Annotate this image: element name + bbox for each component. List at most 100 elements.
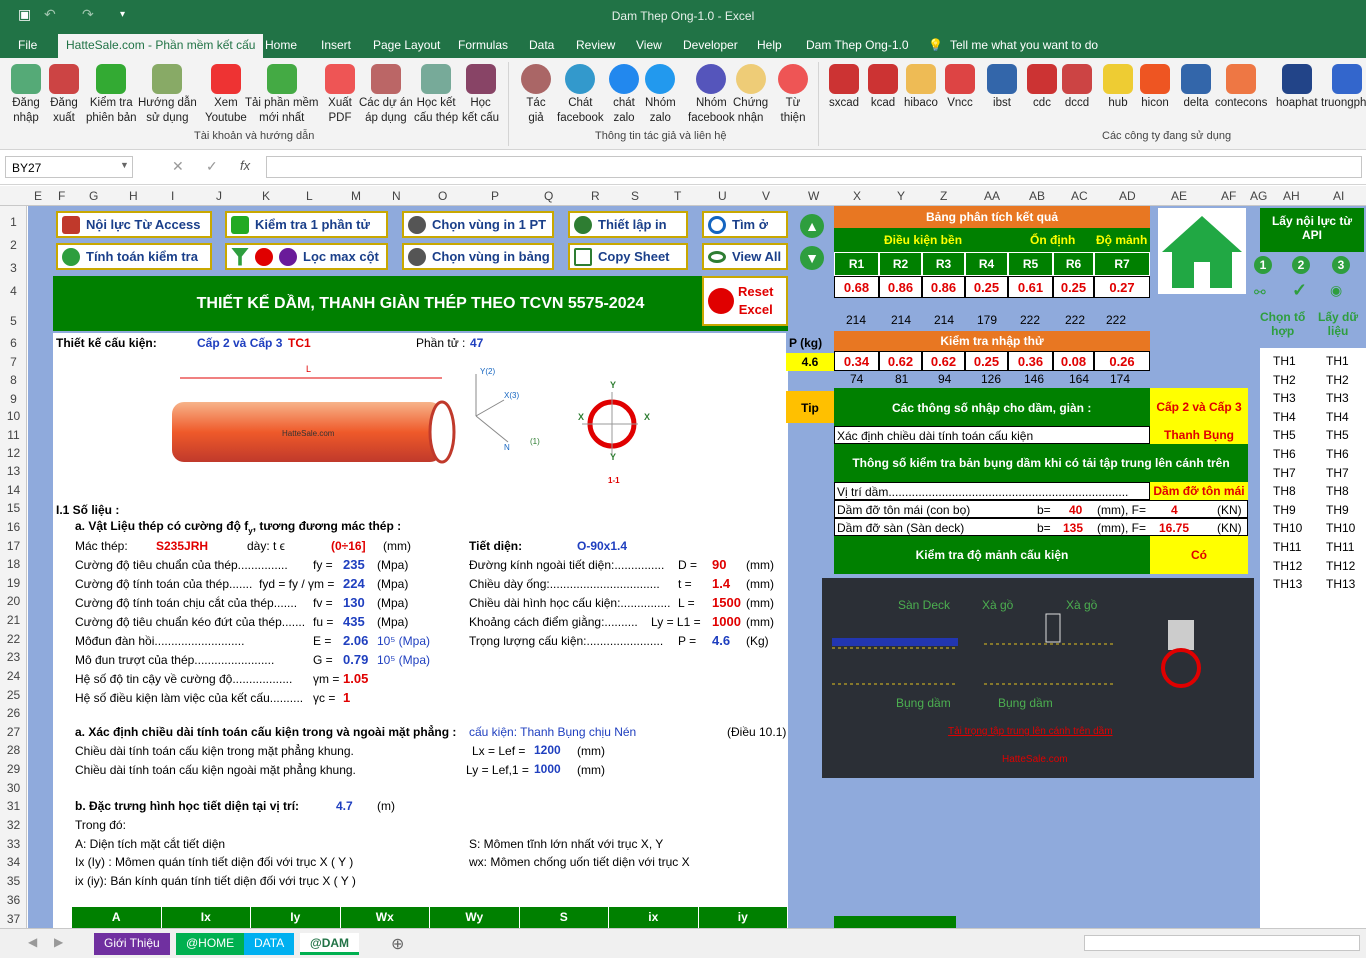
row-header-36[interactable]: 36 — [0, 893, 27, 907]
ribbon-btn-author-0[interactable]: Tác giả — [521, 64, 551, 126]
ribbon-btn-author-3[interactable]: Nhóm zalo — [645, 64, 676, 126]
sheet-tab-data[interactable]: DATA — [244, 933, 295, 955]
reset-excel-button[interactable]: Reset Excel — [702, 276, 788, 326]
combo-left-12[interactable]: TH12 — [1273, 559, 1302, 573]
row-header-11[interactable]: 11 — [0, 428, 27, 442]
row-header-31[interactable]: 31 — [0, 799, 27, 813]
company-Vncc[interactable]: Vncc — [945, 64, 975, 111]
element-value[interactable]: 47 — [470, 336, 483, 350]
company-hoaphat[interactable]: hoaphat — [1276, 64, 1318, 111]
prop-value[interactable]: 1 — [343, 690, 350, 705]
tab-file[interactable]: File — [18, 38, 37, 52]
ribbon-btn-8[interactable]: Học kết cấu thép — [414, 64, 458, 126]
api-button[interactable]: Lấy nội lực từ API — [1260, 208, 1364, 252]
ribbon-btn-6[interactable]: Xuất PDF — [325, 64, 355, 126]
company-kcad[interactable]: kcad — [868, 64, 898, 111]
col-header-AD[interactable]: AD — [1119, 189, 1136, 203]
len-value[interactable]: Thanh Bụng — [1150, 426, 1248, 444]
row-header-12[interactable]: 12 — [0, 446, 27, 460]
row-header-19[interactable]: 19 — [0, 576, 27, 590]
row-header-16[interactable]: 16 — [0, 520, 27, 534]
row-header-6[interactable]: 6 — [0, 336, 27, 350]
row-header-13[interactable]: 13 — [0, 464, 27, 478]
row-header-7[interactable]: 7 — [0, 355, 27, 369]
len1-value[interactable]: 1200 — [534, 743, 561, 757]
tab-formulas[interactable]: Formulas — [458, 38, 508, 52]
geo-value[interactable]: 1500 — [712, 595, 741, 610]
row-header-22[interactable]: 22 — [0, 632, 27, 646]
prev-sheet-icon[interactable]: ◀ — [28, 935, 37, 949]
col-header-G[interactable]: G — [89, 189, 98, 203]
row-header-26[interactable]: 26 — [0, 706, 27, 720]
p-value[interactable]: 4.6 — [786, 353, 834, 371]
combo-left-1[interactable]: TH1 — [1273, 354, 1296, 368]
row-header-20[interactable]: 20 — [0, 594, 27, 608]
calc-check-button[interactable]: Tính toán kiểm tra — [56, 243, 212, 270]
geo-value[interactable]: 90 — [712, 557, 726, 572]
combo-left-2[interactable]: TH2 — [1273, 373, 1296, 387]
eye-icon[interactable]: ◉ — [1330, 282, 1342, 299]
tab-developer[interactable]: Developer — [683, 38, 738, 52]
row-header-32[interactable]: 32 — [0, 818, 27, 832]
combo-right-4[interactable]: TH4 — [1326, 410, 1349, 424]
roof-f-value[interactable]: 4 — [1171, 503, 1178, 517]
col-header-AB[interactable]: AB — [1029, 189, 1045, 203]
col-header-E[interactable]: E — [34, 189, 42, 203]
col-header-Q[interactable]: Q — [544, 189, 553, 203]
combo-left-9[interactable]: TH9 — [1273, 503, 1296, 517]
row-header-17[interactable]: 17 — [0, 539, 27, 553]
combo-right-3[interactable]: TH3 — [1326, 391, 1349, 405]
row-header-34[interactable]: 34 — [0, 855, 27, 869]
ribbon-btn-4[interactable]: Xem Youtube — [205, 64, 247, 126]
enter-icon[interactable]: ✓ — [206, 158, 218, 175]
combo-left-4[interactable]: TH4 — [1273, 410, 1296, 424]
ribbon-btn-1[interactable]: Đăng xuất — [49, 64, 79, 126]
col-header-AA[interactable]: AA — [984, 189, 1000, 203]
prop-value[interactable]: 224 — [343, 576, 365, 591]
row-header-25[interactable]: 25 — [0, 688, 27, 702]
row-header-35[interactable]: 35 — [0, 874, 27, 888]
row-header-18[interactable]: 18 — [0, 557, 27, 571]
ribbon-btn-author-4[interactable]: Nhóm facebook — [688, 64, 735, 126]
company-hub[interactable]: hub — [1103, 64, 1133, 111]
col-header-U[interactable]: U — [718, 189, 727, 203]
combo-right-12[interactable]: TH12 — [1326, 559, 1355, 573]
insert-function-icon[interactable]: fx — [240, 158, 250, 173]
print-setup-button[interactable]: Thiết lập in — [568, 211, 688, 238]
col-header-N[interactable]: N — [392, 189, 401, 203]
col-header-V[interactable]: V — [762, 189, 770, 203]
row-header-37[interactable]: 37 — [0, 912, 27, 926]
pos-value[interactable]: Dầm đỡ tôn mái — [1150, 482, 1248, 500]
geo-value[interactable]: 1.4 — [712, 576, 730, 591]
row-header-27[interactable]: 27 — [0, 725, 27, 739]
cap-value[interactable]: Cấp 2 và Cấp 3 — [1150, 388, 1248, 426]
col-header-AE[interactable]: AE — [1171, 189, 1187, 203]
combo-left-7[interactable]: TH7 — [1273, 466, 1296, 480]
check-one-button[interactable]: Kiểm tra 1 phần tử — [225, 211, 388, 238]
copy-sheet-button[interactable]: Copy Sheet — [568, 243, 688, 270]
deck-b-value[interactable]: 135 — [1063, 521, 1083, 535]
sheet-tab-intro[interactable]: Giới Thiệu — [94, 933, 170, 955]
design-value[interactable]: Cấp 2 và Cấp 3 — [197, 336, 282, 350]
len2-value[interactable]: 1000 — [534, 762, 561, 776]
ribbon-btn-0[interactable]: Đăng nhập — [11, 64, 41, 126]
row-header-30[interactable]: 30 — [0, 781, 27, 795]
filter-max-button[interactable]: Lọc max cột — [225, 243, 388, 270]
row-header-5[interactable]: 5 — [0, 314, 27, 328]
sheet-tab-dam[interactable]: @DAM — [300, 933, 360, 955]
col-header-L[interactable]: L — [306, 189, 313, 203]
combo-right-2[interactable]: TH2 — [1326, 373, 1349, 387]
slender-value[interactable]: Có — [1150, 536, 1248, 574]
col-header-AH[interactable]: AH — [1283, 189, 1300, 203]
link-icon[interactable]: ⚯ — [1254, 284, 1266, 301]
find-button[interactable]: Tìm ở — [702, 211, 788, 238]
prop-value[interactable]: 2.06 — [343, 633, 368, 648]
col-header-M[interactable]: M — [351, 189, 361, 203]
arrow-down-icon[interactable]: ▼ — [800, 246, 824, 270]
prop-value[interactable]: 130 — [343, 595, 365, 610]
steel-grade[interactable]: S235JRH — [156, 539, 208, 553]
company-ibst[interactable]: ibst — [987, 64, 1017, 111]
col-header-W[interactable]: W — [808, 189, 819, 203]
row-header-10[interactable]: 10 — [0, 409, 27, 423]
combo-right-1[interactable]: TH1 — [1326, 354, 1349, 368]
